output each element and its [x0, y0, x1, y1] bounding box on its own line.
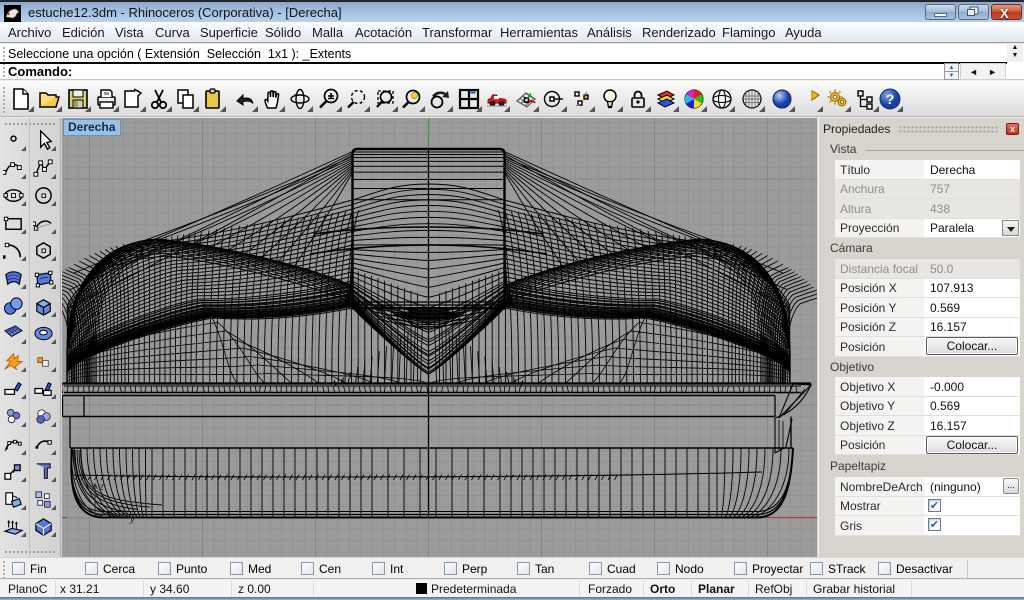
- svg-text:z: z: [98, 482, 104, 493]
- svg-text:?: ?: [886, 91, 895, 107]
- svg-text:y: y: [129, 514, 136, 525]
